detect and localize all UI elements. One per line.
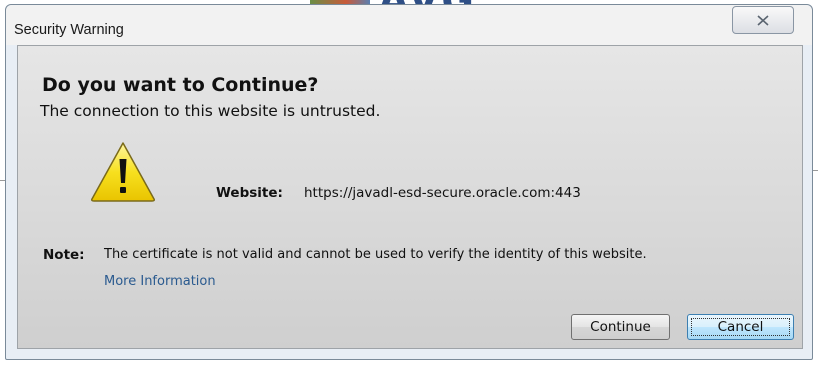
cancel-button[interactable]: Cancel	[687, 314, 794, 340]
more-information-link[interactable]: More Information	[104, 274, 216, 289]
dialog-title: Security Warning	[14, 22, 124, 38]
dialog-content-panel: Do you want to Continue? The connection …	[17, 45, 803, 349]
dialog-heading: Do you want to Continue?	[42, 74, 319, 96]
close-button[interactable]	[732, 6, 794, 34]
security-warning-dialog: Security Warning Do you want to Continue…	[5, 4, 813, 360]
website-url: https://javadl-esd-secure.oracle.com:443	[304, 185, 581, 201]
continue-button-label: Continue	[590, 319, 651, 335]
warning-icon	[91, 142, 155, 202]
screen: AVG Security Warning Do you want to Cont…	[0, 0, 818, 366]
cancel-button-label: Cancel	[717, 319, 764, 335]
note-label: Note:	[43, 247, 85, 263]
dialog-subheading: The connection to this website is untrus…	[40, 102, 381, 120]
note-text: The certificate is not valid and cannot …	[104, 247, 647, 262]
continue-button[interactable]: Continue	[571, 314, 670, 340]
website-label: Website:	[216, 185, 283, 201]
background-divider-right	[813, 170, 818, 171]
dialog-titlebar[interactable]: Security Warning	[6, 5, 812, 45]
close-icon	[757, 14, 769, 26]
